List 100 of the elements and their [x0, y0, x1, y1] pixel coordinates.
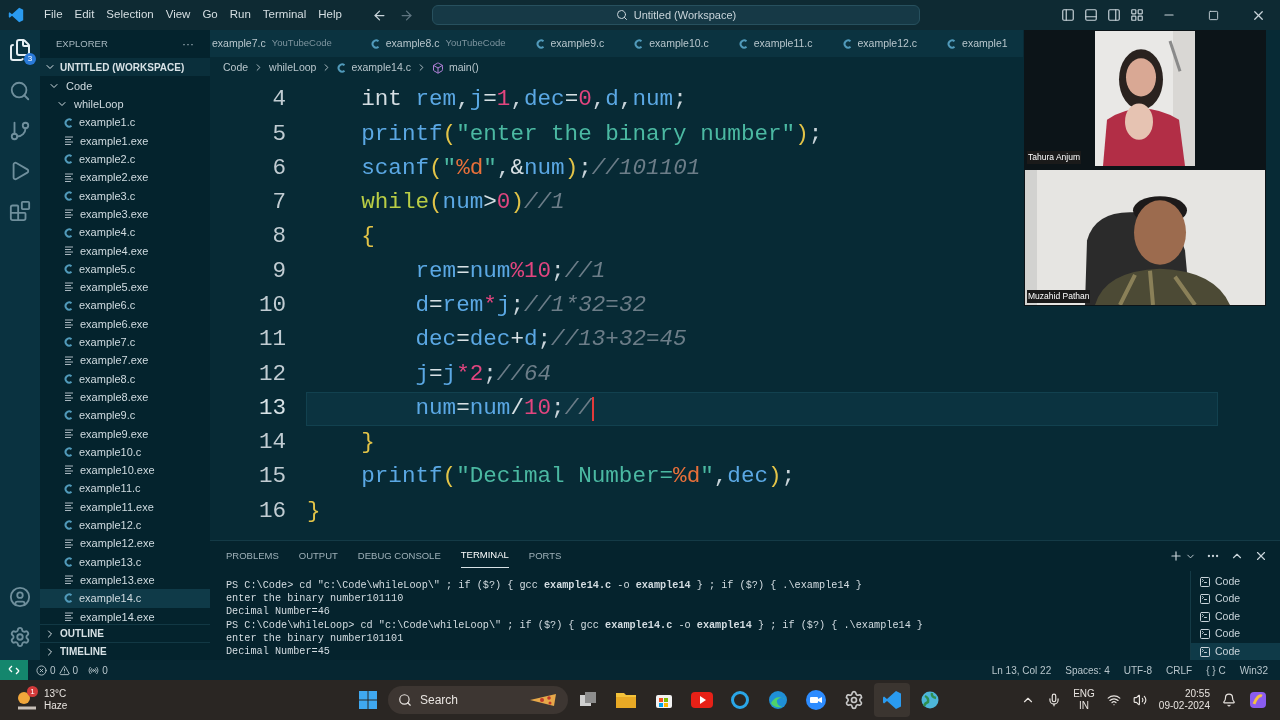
explorer-file[interactable]: example4.c [40, 223, 210, 242]
panel-tab[interactable]: TERMINAL [460, 544, 509, 568]
terminal-item[interactable]: Code [1191, 573, 1280, 591]
editor-tab[interactable]: example8.c YouTubeCode [355, 30, 521, 57]
explorer-file[interactable]: example9.exe [40, 424, 210, 443]
explorer-file[interactable]: example10.exe [40, 461, 210, 480]
menu-item[interactable]: View [159, 6, 197, 24]
breadcrumb-item[interactable]: Code [223, 59, 249, 76]
menu-item[interactable]: Help [312, 6, 348, 24]
ports-icon[interactable] [88, 664, 100, 676]
command-center[interactable]: Untitled (Workspace) [431, 5, 920, 25]
menu-item[interactable]: Edit [68, 6, 101, 24]
status-item[interactable]: CRLF [1166, 662, 1193, 678]
explorer-file[interactable]: example11.exe [40, 497, 210, 517]
status-item[interactable]: UTF-8 [1123, 662, 1153, 678]
explorer-file[interactable]: example2.exe [40, 168, 210, 187]
wifi-icon[interactable] [1106, 693, 1121, 707]
breadcrumb-item[interactable]: main() [448, 59, 479, 76]
menu-item[interactable]: Terminal [256, 6, 313, 24]
editor-tab[interactable]: example12.c [827, 30, 933, 57]
forward-arrow-icon[interactable] [398, 7, 414, 23]
explorer-file[interactable]: example12.exe [40, 534, 210, 553]
status-item[interactable]: Win32 [1239, 662, 1268, 678]
explorer-file[interactable]: example13.c [40, 552, 210, 571]
clock[interactable]: 20:55 09-02-2024 [1158, 688, 1210, 712]
panel-tab[interactable]: DEBUG CONSOLE [357, 544, 441, 568]
new-terminal-icon[interactable] [1169, 549, 1183, 563]
toggle-sidebar-icon[interactable] [1061, 8, 1075, 22]
vscode-icon[interactable] [874, 683, 910, 717]
explorer-folder[interactable]: Code [40, 77, 210, 96]
status-item[interactable]: { } C [1206, 662, 1226, 678]
status-item[interactable]: Spaces: 4 [1065, 662, 1110, 678]
explorer-file[interactable]: example8.exe [40, 388, 210, 407]
explorer-icon[interactable] [8, 38, 32, 62]
breadcrumb-item[interactable]: whileLoop [269, 59, 317, 76]
error-count[interactable]: 0 [50, 662, 56, 678]
ports-count[interactable]: 0 [102, 662, 108, 678]
copilot-icon[interactable] [1248, 690, 1268, 710]
taskbar-search[interactable]: Search [388, 686, 568, 714]
explorer-file[interactable]: example11.c [40, 479, 210, 498]
layout-icon[interactable] [1130, 8, 1144, 22]
explorer-file[interactable]: example6.exe [40, 314, 210, 334]
settings-icon[interactable] [9, 626, 31, 648]
menu-item[interactable]: Go [196, 6, 224, 24]
breadcrumb-item[interactable]: example14.c [351, 59, 411, 76]
extensions-icon[interactable] [9, 200, 31, 222]
explorer-file[interactable]: example7.c [40, 333, 210, 352]
editor-tab[interactable]: example7.c YouTubeCode [210, 30, 356, 57]
search-icon[interactable] [9, 80, 31, 102]
status-item[interactable]: Ln 13, Col 22 [991, 662, 1052, 678]
terminal-item[interactable]: Code [1191, 625, 1280, 643]
terminal-item[interactable]: Code [1191, 608, 1280, 626]
source-control-icon[interactable] [9, 120, 31, 142]
menu-item[interactable]: Run [223, 6, 257, 24]
editor-tab[interactable]: example11.c [723, 30, 828, 57]
explorer-file[interactable]: example7.exe [40, 351, 210, 370]
explorer-file[interactable]: example2.c [40, 150, 210, 169]
panel-tab[interactable]: OUTPUT [298, 544, 338, 568]
more-actions[interactable]: ··· [182, 35, 194, 53]
explorer-file[interactable]: example14.exe [40, 607, 210, 624]
workspace-header[interactable]: UNTITLED (WORKSPACE) [40, 58, 210, 76]
warning-count[interactable]: 0 [72, 662, 79, 678]
windows-logo-icon[interactable] [358, 690, 378, 710]
explorer-folder[interactable]: whileLoop [40, 95, 210, 114]
language-indicator[interactable]: ENG IN [1073, 688, 1095, 712]
explorer-file[interactable]: example3.exe [40, 205, 210, 224]
section-header[interactable]: OUTLINE [40, 624, 210, 642]
explorer-file[interactable]: example6.c [40, 296, 210, 315]
explorer-file[interactable]: example9.c [40, 406, 210, 425]
explorer-file[interactable]: example13.exe [40, 571, 210, 590]
error-icon[interactable] [36, 664, 47, 676]
terminal-item[interactable]: Code [1191, 643, 1280, 661]
editor-tab[interactable]: example9.c [520, 30, 620, 57]
microphone-icon[interactable] [1047, 693, 1062, 707]
back-arrow-icon[interactable] [371, 7, 387, 23]
weather-widget[interactable]: 1 13°C Haze [16, 688, 126, 712]
editor-tab[interactable]: example1 [932, 30, 1023, 57]
editor-tab[interactable]: example10.c [619, 30, 724, 57]
volume-icon[interactable] [1132, 693, 1147, 707]
remote-button[interactable] [0, 660, 28, 680]
close-panel-icon[interactable] [1254, 549, 1268, 563]
account-icon[interactable] [9, 586, 31, 608]
menu-item[interactable]: File [38, 6, 69, 24]
menu-item[interactable]: Selection [100, 6, 160, 24]
explorer-file[interactable]: example10.c [40, 442, 210, 462]
explorer-file[interactable]: example1.exe [40, 131, 210, 151]
explorer-file[interactable]: example1.c [40, 113, 210, 132]
maximize-icon[interactable] [1208, 9, 1219, 21]
explorer-file[interactable]: example3.c [40, 186, 210, 206]
terminal-item[interactable]: Code [1191, 590, 1280, 608]
explorer-file[interactable]: example5.exe [40, 278, 210, 297]
notification-icon[interactable] [1222, 693, 1236, 707]
explorer-file[interactable]: example14.c [40, 589, 210, 608]
panel-tab[interactable]: PORTS [528, 544, 562, 568]
toggle-secondary-sidebar-icon[interactable] [1107, 8, 1121, 22]
explorer-file[interactable]: example12.c [40, 516, 210, 535]
toggle-panel-icon[interactable] [1084, 8, 1098, 22]
warning-icon[interactable] [58, 664, 70, 676]
explorer-file[interactable]: example5.c [40, 259, 210, 279]
explorer-file[interactable]: example8.c [40, 369, 210, 389]
